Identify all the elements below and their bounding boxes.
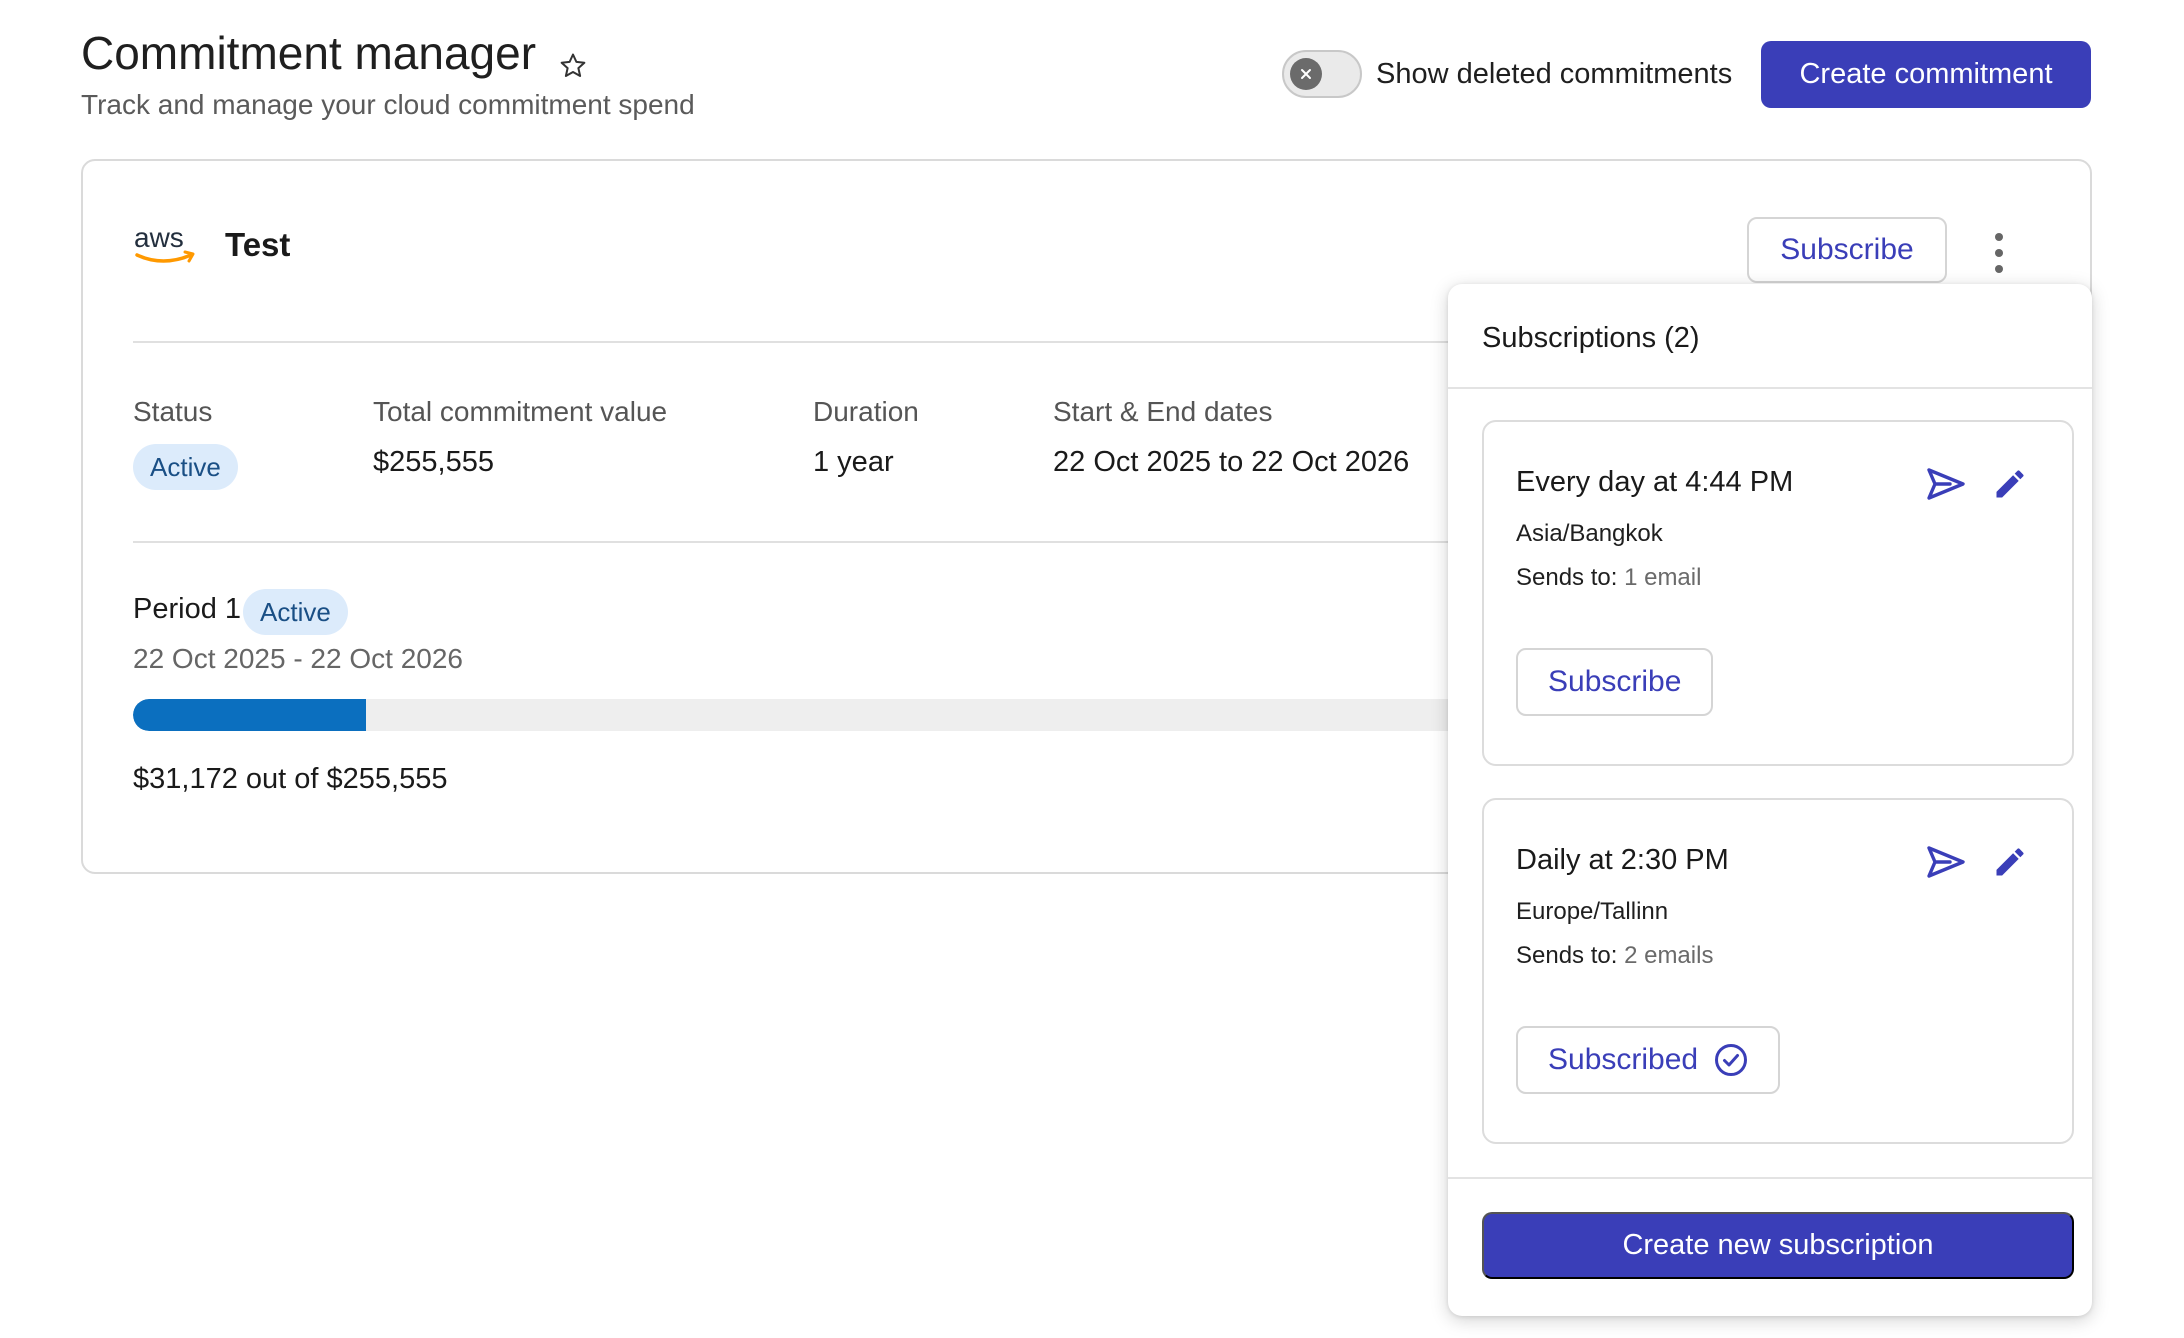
subscription-schedule: Daily at 2:30 PM bbox=[1516, 844, 1729, 876]
period-title: Period 1 bbox=[133, 593, 242, 625]
toggle-off-icon bbox=[1290, 58, 1322, 90]
total-commitment-value: $255,555 bbox=[373, 446, 494, 478]
star-icon[interactable] bbox=[558, 38, 588, 77]
edit-icon[interactable] bbox=[1992, 844, 2028, 880]
sends-to-value: 2 emails bbox=[1624, 942, 1714, 969]
spend-progress-text: $31,172 out of $255,555 bbox=[133, 763, 448, 795]
page-title-text: Commitment manager bbox=[81, 27, 537, 79]
edit-icon[interactable] bbox=[1992, 466, 2028, 502]
dates-label: Start & End dates bbox=[1053, 396, 1273, 427]
send-icon[interactable] bbox=[1926, 466, 1966, 502]
commitment-name: Test bbox=[225, 226, 291, 263]
subscribe-button[interactable]: Subscribe bbox=[1747, 217, 1947, 283]
subscription-timezone: Asia/Bangkok bbox=[1516, 520, 1663, 547]
dates-value: 22 Oct 2025 to 22 Oct 2026 bbox=[1053, 446, 1410, 478]
show-deleted-toggle-group: Show deleted commitments bbox=[1282, 50, 1732, 98]
show-deleted-toggle[interactable] bbox=[1282, 50, 1362, 98]
page-subtitle: Track and manage your cloud commitment s… bbox=[81, 89, 695, 120]
subscriptions-title: Subscriptions (2) bbox=[1482, 322, 1700, 354]
send-icon[interactable] bbox=[1926, 844, 1966, 880]
commitment-header: aws Test bbox=[133, 221, 290, 269]
status-label: Status bbox=[133, 396, 213, 427]
subscription-schedule: Every day at 4:44 PM bbox=[1516, 466, 1794, 498]
subscribe-button[interactable]: Subscribe bbox=[1516, 648, 1714, 716]
duration-value: 1 year bbox=[813, 446, 894, 478]
kebab-menu-icon[interactable] bbox=[1989, 233, 2009, 273]
subscription-card: Every day at 4:44 PM Asia/Bangkok Sends … bbox=[1482, 420, 2074, 766]
period-status-badge: Active bbox=[243, 589, 348, 635]
spend-progress-fill bbox=[133, 699, 366, 731]
divider bbox=[1448, 387, 2092, 389]
sends-to-label: Sends to: bbox=[1516, 564, 1618, 591]
commitment-manager-page: Commitment manager Track and manage your… bbox=[0, 0, 2184, 1338]
page-title: Commitment manager bbox=[81, 26, 588, 80]
period-dates: 22 Oct 2025 - 22 Oct 2026 bbox=[133, 643, 463, 674]
create-commitment-button[interactable]: Create commitment bbox=[1761, 41, 2091, 108]
sends-to-value: 1 email bbox=[1624, 564, 1702, 591]
aws-logo-icon: aws bbox=[134, 222, 195, 263]
check-circle-icon bbox=[1715, 1044, 1748, 1076]
subscription-recipients: Sends to: 1 email bbox=[1516, 564, 1701, 592]
total-commitment-label: Total commitment value bbox=[373, 396, 668, 427]
divider bbox=[1448, 1177, 2092, 1179]
subscribed-button-label: Subscribed bbox=[1548, 1043, 1699, 1076]
sends-to-label: Sends to: bbox=[1516, 942, 1618, 969]
subscribe-button-label: Subscribe bbox=[1548, 665, 1682, 698]
status-badge: Active bbox=[133, 444, 238, 490]
subscription-timezone: Europe/Tallinn bbox=[1516, 898, 1669, 925]
show-deleted-label: Show deleted commitments bbox=[1376, 57, 1733, 90]
subscribed-button[interactable]: Subscribed bbox=[1516, 1026, 1781, 1094]
subscription-card: Daily at 2:30 PM Europe/Tallinn Sends to… bbox=[1482, 798, 2074, 1144]
duration-label: Duration bbox=[813, 396, 919, 427]
subscription-recipients: Sends to: 2 emails bbox=[1516, 942, 1713, 970]
create-new-subscription-button[interactable]: Create new subscription bbox=[1482, 1212, 2074, 1279]
svg-text:aws: aws bbox=[134, 222, 184, 253]
subscriptions-popup: Subscriptions (2) Every day at 4:44 PM A… bbox=[1448, 284, 2092, 1316]
